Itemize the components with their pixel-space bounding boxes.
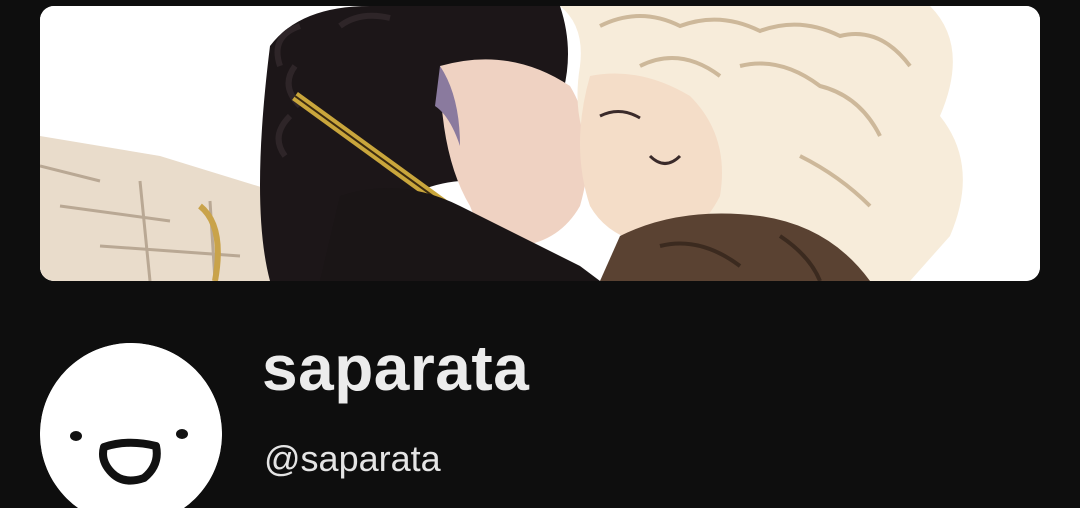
profile-display-name: saparata: [262, 332, 530, 404]
profile-avatar[interactable]: [40, 343, 222, 508]
profile-page: saparata @saparata: [0, 0, 1080, 508]
banner-artwork: [40, 6, 1040, 281]
smiley-face-icon: [40, 343, 222, 508]
profile-handle: @saparata: [264, 438, 441, 479]
profile-banner-image[interactable]: [40, 6, 1040, 281]
